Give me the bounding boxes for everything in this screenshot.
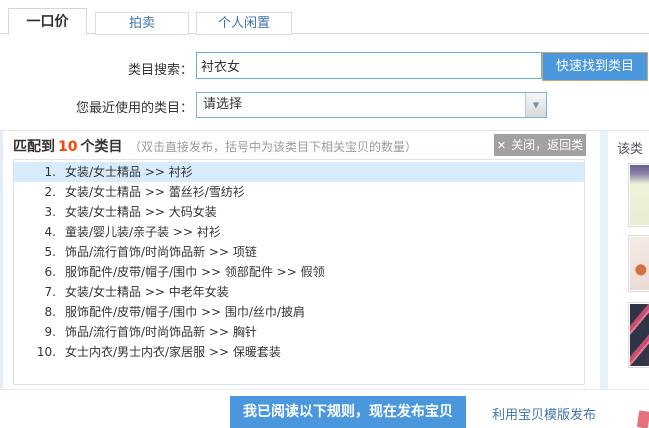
match-suffix: 个类目 [80,139,122,155]
category-item-number: 7. [14,282,56,302]
tab-fixed-price[interactable]: 一口价 [8,8,87,35]
publish-category-page: 一口价 拍卖 个人闲置 类目搜索： 快速找到类目 您最近使用的类目： 请选择 ▼… [0,0,649,428]
recent-category-label: 您最近使用的类目： [0,97,193,116]
product-image [630,237,649,290]
match-header: 匹配到10个类目 （双击直接发布，括号中为该类目下相关宝贝的数量） [13,136,417,156]
category-list-item[interactable]: 1. 女装/女士精品 >> 衬衫 [14,162,584,182]
hot-items-side-panel: 该类 [608,131,649,389]
match-prefix: 匹配到 [13,139,55,155]
product-image [630,304,649,366]
category-item-number: 3. [14,202,56,222]
category-item-path: 饰品/流行首饰/时尚饰品新 >> 胸针 [65,322,257,342]
category-list-item[interactable]: 8. 服饰配件/皮带/帽子/围巾 >> 围巾/丝巾/披肩 [14,302,584,322]
category-list-item[interactable]: 6. 服饰配件/皮带/帽子/围巾 >> 领部配件 >> 假领 [14,262,584,282]
category-item-number: 8. [14,302,56,322]
close-icon: ✕ [497,139,506,152]
category-item-path: 女装/女士精品 >> 大码女装 [65,202,217,222]
category-list-item[interactable]: 2. 女装/女士精品 >> 蕾丝衫/雪纺衫 [14,182,584,202]
vertical-divider [600,131,608,389]
side-panel-title: 该类 [617,138,643,157]
matched-category-list: 1. 女装/女士精品 >> 衬衫 2. 女装/女士精品 >> 蕾丝衫/雪纺衫 3… [13,159,585,385]
category-item-path: 服饰配件/皮带/帽子/围巾 >> 领部配件 >> 假领 [65,262,325,282]
recent-category-selected-value: 请选择 [203,93,242,117]
quick-find-category-button[interactable]: 快速找到类目 [542,52,648,81]
footer-separator [0,389,649,390]
category-item-number: 10. [14,342,56,362]
category-item-path: 童装/婴儿装/亲子装 >> 衬衫 [65,222,221,242]
category-item-path: 饰品/流行首饰/时尚饰品新 >> 项链 [65,242,257,262]
tab-auction[interactable]: 拍卖 [95,12,189,35]
category-item-path: 女装/女士精品 >> 中老年女装 [65,282,229,302]
category-list-item[interactable]: 9. 饰品/流行首饰/时尚饰品新 >> 胸针 [14,322,584,342]
category-item-number: 2. [14,182,56,202]
template-publish-link[interactable]: 利用宝贝模版发布 [492,404,596,423]
category-item-path: 女装/女士精品 >> 蕾丝衫/雪纺衫 [65,182,245,202]
match-panel-top-border [0,130,649,131]
select-dropdown-button[interactable]: ▼ [525,93,546,117]
product-thumbnail[interactable] [628,302,649,368]
recent-category-select[interactable]: 请选择 ▼ [196,92,547,118]
product-image [630,165,649,225]
category-item-path: 服饰配件/皮带/帽子/围巾 >> 围巾/丝巾/披肩 [65,302,305,322]
cropped-image-fragment [637,410,649,428]
category-list-item[interactable]: 7. 女装/女士精品 >> 中老年女装 [14,282,584,302]
product-thumbnail[interactable] [628,163,649,227]
tab-personal-idle[interactable]: 个人闲置 [196,12,292,35]
category-item-path: 女士内衣/男士内衣/家居服 >> 保暖套装 [65,342,281,362]
chevron-down-icon: ▼ [526,100,546,109]
category-list-item[interactable]: 10. 女士内衣/男士内衣/家居服 >> 保暖套装 [14,342,584,362]
category-search-label: 类目搜索： [0,59,193,78]
category-item-number: 9. [14,322,56,342]
category-item-number: 5. [14,242,56,262]
category-list-item[interactable]: 4. 童装/婴儿装/亲子装 >> 衬衫 [14,222,584,242]
category-item-number: 1. [14,162,56,182]
product-thumbnail[interactable] [628,235,649,292]
category-search-input[interactable] [196,52,542,79]
publish-item-button[interactable]: 我已阅读以下规则，现在发布宝贝 [230,396,466,428]
match-panel-left-band [0,131,3,389]
match-count: 10 [55,139,80,155]
match-hint: （双击直接发布，括号中为该类目下相关宝贝的数量） [129,140,417,154]
category-item-number: 4. [14,222,56,242]
category-item-number: 6. [14,262,56,282]
category-item-path: 女装/女士精品 >> 衬衫 [65,162,193,182]
category-list-item[interactable]: 3. 女装/女士精品 >> 大码女装 [14,202,584,222]
close-return-category-button[interactable]: ✕关闭，返回类目 [494,134,586,156]
category-list-item[interactable]: 5. 饰品/流行首饰/时尚饰品新 >> 项链 [14,242,584,262]
